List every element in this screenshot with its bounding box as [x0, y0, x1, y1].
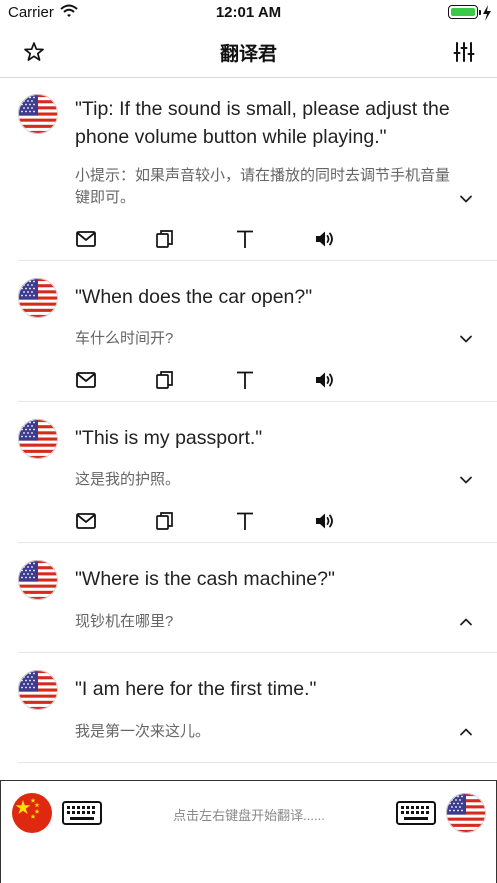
divider [18, 542, 497, 543]
source-text: "This is my passport." [75, 427, 263, 449]
chevron-down-icon[interactable] [458, 191, 474, 207]
navigation-bar: 翻译君 [0, 26, 497, 78]
input-hint: 点击左右键盘开始翻译...... [173, 808, 325, 823]
translation-text: 这是我的护照。 [75, 471, 181, 488]
chevron-down-icon[interactable] [458, 331, 474, 347]
text-icon[interactable] [234, 369, 256, 391]
action-row [75, 510, 375, 532]
battery-icon [448, 5, 478, 19]
text-icon[interactable] [234, 228, 256, 250]
us-flag-icon [18, 670, 58, 710]
battery-cap [479, 10, 481, 15]
chevron-up-icon[interactable] [458, 724, 474, 740]
us-flag-icon [18, 278, 58, 318]
action-row [75, 369, 375, 391]
mail-icon[interactable] [75, 510, 97, 532]
sliders-icon[interactable] [452, 40, 476, 64]
translation-text: 车什么时间开? [75, 330, 174, 347]
us-flag-icon [18, 560, 58, 600]
source-text: "Tip: If the sound is small, please adju… [75, 98, 450, 148]
translation-text: 小提示：如果声音较小，请在播放的同时去调节手机音量键即可。 [75, 167, 451, 206]
action-row [75, 228, 375, 250]
page-title: 翻译君 [219, 44, 277, 65]
source-text: "I am here for the first time." [75, 678, 317, 700]
chevron-up-icon[interactable] [458, 614, 474, 630]
copy-icon[interactable] [154, 510, 176, 532]
divider [18, 762, 497, 763]
charging-bolt-icon [482, 5, 492, 26]
chevron-down-icon[interactable] [458, 472, 474, 488]
us-flag-icon [18, 94, 58, 134]
speaker-icon[interactable] [314, 369, 336, 391]
source-text: "When does the car open?" [75, 286, 313, 308]
china-flag-icon[interactable] [12, 793, 52, 833]
speaker-icon[interactable] [314, 228, 336, 250]
divider [18, 401, 497, 402]
copy-icon[interactable] [154, 369, 176, 391]
speaker-icon[interactable] [314, 510, 336, 532]
mail-icon[interactable] [75, 369, 97, 391]
copy-icon[interactable] [154, 228, 176, 250]
status-time: 12:01 AM [215, 4, 282, 21]
bottom-input-bar: 点击左右键盘开始翻译...... [0, 780, 497, 883]
translation-text: 现钞机在哪里? [75, 613, 174, 630]
translation-text: 我是第一次来这儿。 [75, 723, 211, 740]
divider [18, 260, 497, 261]
us-flag-icon[interactable] [446, 793, 486, 833]
keyboard-icon[interactable] [396, 801, 436, 830]
source-text: "Where is the cash machine?" [75, 568, 335, 590]
text-icon[interactable] [234, 510, 256, 532]
divider [18, 652, 497, 653]
mail-icon[interactable] [75, 228, 97, 250]
us-flag-icon [18, 419, 58, 459]
keyboard-icon[interactable] [62, 801, 102, 830]
status-bar: Carrier 12:01 AM [0, 0, 497, 26]
